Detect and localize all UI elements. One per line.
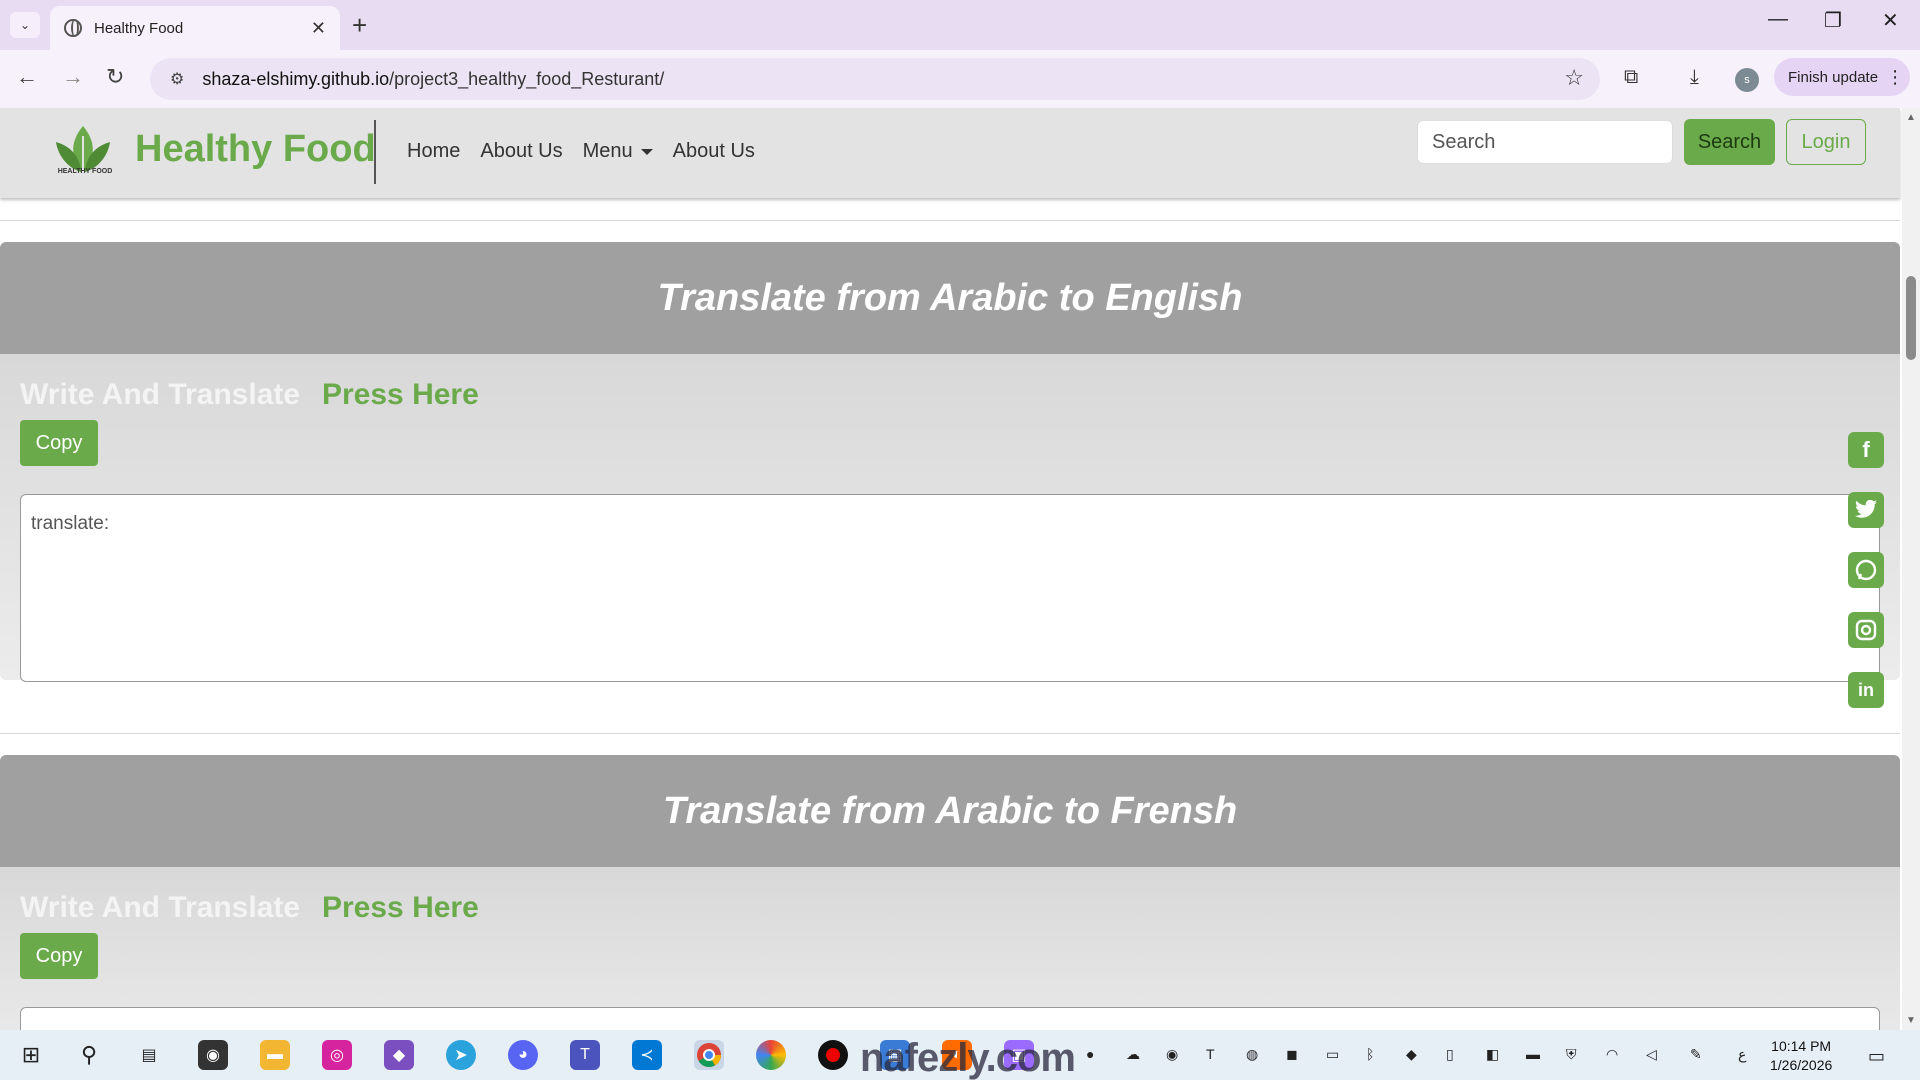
onedrive-icon[interactable]: ☁ — [1126, 1046, 1140, 1063]
extensions-icon[interactable]: ⧉ — [1624, 66, 1638, 89]
brand-title[interactable]: Healthy Food — [135, 128, 376, 171]
site-info-icon[interactable]: ⚙ — [170, 69, 184, 89]
press-here-button[interactable]: Press Here — [322, 891, 479, 925]
divider-line — [0, 220, 1900, 221]
nav-menu-dropdown[interactable]: Menu — [583, 140, 653, 163]
volume-icon[interactable]: ◁ — [1646, 1046, 1657, 1063]
press-here-button[interactable]: Press Here — [322, 378, 479, 412]
visual-studio-icon[interactable]: ◆ — [384, 1040, 414, 1070]
battery-icon[interactable]: ▬ — [1526, 1046, 1540, 1062]
record-icon[interactable] — [818, 1040, 848, 1070]
telegram-icon[interactable]: ➤ — [446, 1040, 476, 1070]
usb-icon[interactable]: ▯ — [1446, 1046, 1454, 1063]
nav-home[interactable]: Home — [407, 140, 460, 163]
reload-icon[interactable]: ↻ — [106, 64, 124, 90]
page-viewport: HEALTHY FOOD Healthy Food Home About Us … — [0, 108, 1920, 1030]
page-scrollbar[interactable]: ▲ ▼ — [1902, 108, 1920, 1030]
language-icon[interactable]: ع — [1738, 1046, 1746, 1063]
address-bar[interactable]: ⚙ shaza-elshimy.github.io/project3_healt… — [150, 58, 1600, 100]
scrollbar-thumb[interactable] — [1906, 276, 1916, 360]
tab-title: Healthy Food — [94, 19, 184, 37]
tray-icon-2[interactable]: ◉ — [1166, 1046, 1178, 1063]
camera-icon[interactable]: ◉ — [198, 1040, 228, 1070]
teams-tray-icon[interactable]: T — [1206, 1046, 1215, 1062]
tray-icon[interactable]: ● — [1086, 1046, 1094, 1062]
more-icon: ⋮ — [1886, 66, 1905, 87]
bluetooth-icon[interactable]: ᛒ — [1366, 1046, 1374, 1062]
section-body-english: Write And Translate Press Here Copy tran… — [0, 354, 1900, 682]
vscode-icon[interactable]: ≺ — [632, 1040, 662, 1070]
main-menu: Home About Us Menu About Us — [407, 140, 755, 163]
chrome-tray-icon[interactable]: ◍ — [1246, 1046, 1258, 1063]
translate-textarea[interactable]: translate: — [20, 494, 1880, 682]
facebook-icon[interactable]: f — [1848, 432, 1884, 468]
copy-button[interactable]: Copy — [20, 933, 98, 979]
profile-avatar[interactable]: s — [1735, 68, 1759, 92]
system-clock[interactable]: 10:14 PM 1/26/2026 — [1770, 1037, 1832, 1075]
file-explorer-icon[interactable]: ▬ — [260, 1040, 290, 1070]
write-and-translate-label: Write And Translate — [20, 891, 301, 924]
scroll-up-icon[interactable]: ▲ — [1906, 112, 1916, 123]
restore-icon[interactable]: ❐ — [1824, 8, 1842, 33]
nav-about-us[interactable]: About Us — [480, 140, 562, 163]
meet-icon[interactable]: ◧ — [1486, 1046, 1499, 1063]
tab-search-chevron-icon[interactable]: ⌄ — [10, 12, 40, 38]
section-header-french: Translate from Arabic to Frensh — [0, 755, 1900, 867]
chrome-icon[interactable] — [694, 1040, 724, 1070]
tray-icon-3[interactable]: ◼ — [1286, 1046, 1298, 1063]
watermark: nafezly.com — [860, 1036, 1076, 1080]
wifi-icon[interactable]: ◠ — [1606, 1046, 1618, 1063]
divider-line — [0, 733, 1900, 734]
url-text: shaza-elshimy.github.io/project3_healthy… — [202, 68, 665, 89]
logo-caption: HEALTHY FOOD — [57, 168, 113, 175]
nav-about-us-2[interactable]: About Us — [673, 140, 755, 163]
twitter-icon[interactable] — [1848, 492, 1884, 528]
clock-date: 1/26/2026 — [1770, 1057, 1833, 1073]
teams-icon[interactable]: T — [570, 1040, 600, 1070]
browser-tabstrip: ⌄ Healthy Food ✕ + — ❐ ✕ — [0, 0, 1920, 50]
download-icon[interactable]: ⤓ — [1690, 66, 1699, 89]
browser-toolbar: ← → ↻ ⚙ shaza-elshimy.github.io/project3… — [0, 50, 1920, 108]
chrome-canary-icon[interactable] — [756, 1040, 786, 1070]
linkedin-icon[interactable]: in — [1848, 672, 1884, 708]
section-header-english: Translate from Arabic to English — [0, 242, 1900, 354]
discord-icon[interactable]: ◕ — [508, 1040, 538, 1070]
scroll-down-icon[interactable]: ▼ — [1906, 1015, 1916, 1026]
login-button[interactable]: Login — [1786, 119, 1866, 165]
forward-icon[interactable]: → — [62, 64, 84, 90]
bookmark-star-icon[interactable]: ☆ — [1564, 65, 1584, 91]
whatsapp-icon[interactable] — [1848, 552, 1884, 588]
site-search-input[interactable]: Search — [1417, 120, 1673, 164]
healthy-food-logo — [56, 126, 110, 172]
finish-update-button[interactable]: Finish update ⋮ — [1774, 58, 1910, 96]
write-and-translate-label: Write And Translate — [20, 378, 301, 411]
task-view-icon[interactable]: ▤ — [134, 1040, 164, 1070]
clock-time: 10:14 PM — [1771, 1038, 1832, 1054]
new-tab-icon[interactable]: + — [352, 10, 367, 41]
back-icon[interactable]: ← — [16, 64, 38, 90]
translate-textarea-2[interactable] — [20, 1007, 1880, 1030]
minimize-icon[interactable]: — — [1768, 8, 1788, 31]
tab-close-icon[interactable]: ✕ — [311, 18, 326, 39]
search-button[interactable]: Search — [1684, 119, 1775, 165]
caret-down-icon — [640, 148, 653, 155]
copy-button[interactable]: Copy — [20, 420, 98, 466]
tray-icon-4[interactable]: ◆ — [1406, 1046, 1417, 1063]
windows-start-icon[interactable]: ⊞ — [16, 1040, 46, 1070]
search-icon[interactable]: ⚲ — [74, 1040, 104, 1070]
section-body-french: Write And Translate Press Here Copy — [0, 867, 1900, 1030]
instagram-app-icon[interactable]: ◎ — [322, 1040, 352, 1070]
security-icon[interactable]: ⛨ — [1566, 1046, 1577, 1063]
close-window-icon[interactable]: ✕ — [1882, 8, 1899, 33]
notifications-icon[interactable]: ▭ — [1868, 1046, 1885, 1067]
browser-tab[interactable]: Healthy Food ✕ — [50, 6, 340, 50]
pen-icon[interactable]: ✎ — [1690, 1046, 1702, 1063]
display-icon[interactable]: ▭ — [1326, 1046, 1339, 1063]
instagram-icon[interactable] — [1848, 612, 1884, 648]
site-navbar: HEALTHY FOOD Healthy Food Home About Us … — [0, 108, 1900, 198]
globe-icon — [64, 19, 82, 37]
nav-divider — [374, 120, 376, 184]
